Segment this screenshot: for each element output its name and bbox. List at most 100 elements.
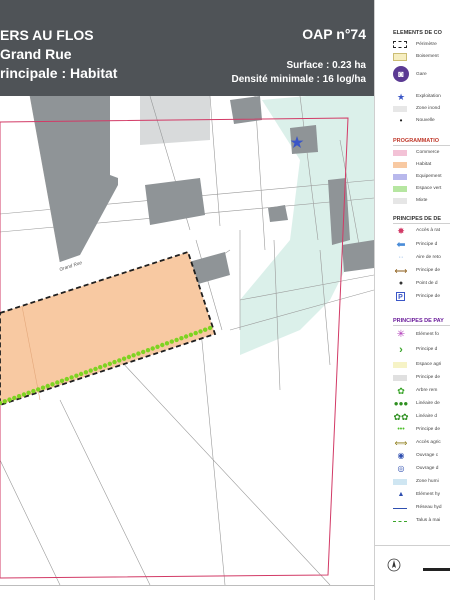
tree-row-icon: ●●●	[393, 399, 409, 408]
green-dot	[50, 382, 55, 387]
legend-item: › Principe d	[393, 344, 450, 356]
legend-item: Espace vert	[393, 184, 450, 194]
legend-item: Boisement	[393, 52, 450, 62]
green-dot	[164, 341, 170, 346]
legend-section-title: ELEMENTS DE CO	[393, 30, 442, 36]
legend: ELEMENTS DE CO Périmètre Boisement ◙ Gar…	[374, 0, 450, 600]
asterisk-icon: ✳	[396, 329, 406, 340]
surface-value: Surface : 0.23 ha	[286, 60, 366, 71]
grey-swatch	[393, 375, 407, 381]
legend-divider	[393, 325, 450, 326]
green-dot	[117, 358, 122, 363]
legend-item: ✳ Elément fo	[393, 330, 450, 340]
train-icon: ◙	[393, 66, 409, 82]
chevron-right-icon: ›	[399, 344, 403, 356]
legend-item: Mixte	[393, 196, 450, 206]
legend-item: Zone inond	[393, 104, 450, 114]
green-dots-icon: •••	[397, 426, 405, 433]
green-dot	[12, 395, 17, 401]
green-dot	[7, 397, 12, 402]
green-dot	[83, 370, 89, 375]
green-dot	[69, 375, 74, 380]
green-dot	[155, 344, 160, 349]
green-dot	[98, 365, 103, 370]
green-dot	[203, 327, 208, 332]
zone-humide-swatch	[393, 479, 407, 485]
legend-item: ✸ Accès à rat	[393, 226, 450, 236]
legend-item: ⬅ Principe d	[393, 239, 450, 251]
green-dot	[45, 383, 50, 389]
espace-vert-swatch	[393, 186, 407, 192]
green-dot	[16, 394, 22, 399]
legend-item: Talus à mai	[393, 516, 450, 526]
green-dot	[88, 368, 93, 373]
circle-icon: ◎	[397, 464, 405, 473]
commerce-swatch	[393, 150, 407, 156]
dashed-line-icon	[393, 521, 407, 522]
title-line-2: Grand Rue	[0, 46, 72, 62]
green-dot	[150, 346, 155, 351]
legend-item: ·· Aire de reto	[393, 253, 450, 263]
green-dot	[188, 332, 194, 337]
densite-value: Densité minimale : 16 log/ha	[231, 74, 366, 85]
point-icon: ●	[398, 280, 404, 287]
green-dot	[59, 378, 65, 383]
green-dot	[145, 348, 151, 353]
legend-item: ✿ Arbre rem	[393, 386, 450, 396]
parking-icon: P	[396, 292, 405, 301]
title-line-1: ERS AU FLOS	[0, 27, 94, 43]
legend-item: Principe de	[393, 373, 450, 383]
legend-item: ★ Exploitation	[393, 92, 450, 102]
legend-item: P Principe de	[393, 292, 450, 302]
double-arrow-icon: ⟺	[394, 438, 408, 448]
legend-item: Equipement	[393, 172, 450, 182]
green-dot	[207, 325, 213, 331]
legend-item: ▲ Elément hy	[393, 490, 450, 500]
legend-section-title: PRINCIPES DE PAY	[393, 318, 444, 324]
legend-item: Périmètre	[393, 40, 450, 50]
footer-line	[0, 585, 374, 586]
legend-divider	[375, 545, 450, 546]
legend-item: Commerce	[393, 148, 450, 158]
compass-icon	[387, 558, 401, 572]
green-dot	[93, 366, 98, 372]
legend-item: Espace agri	[393, 360, 450, 370]
legend-item: ● Point de d	[393, 279, 450, 289]
green-dot	[102, 363, 108, 368]
green-dot	[193, 330, 198, 336]
green-dot	[131, 353, 136, 358]
green-dot	[126, 354, 132, 360]
building	[342, 240, 374, 272]
green-dot	[26, 390, 31, 395]
green-dot	[31, 388, 36, 394]
star-icon: ★	[396, 92, 406, 102]
legend-item: ••• Principe de	[393, 425, 450, 435]
double-tree-icon: ✿✿	[393, 412, 409, 422]
green-dot	[55, 380, 60, 385]
habitat-swatch	[393, 162, 407, 168]
zone-icon	[393, 106, 407, 112]
boisement-icon	[393, 53, 407, 61]
legend-item: ◉ Ouvrage c	[393, 451, 450, 461]
legend-item: Habitat	[393, 160, 450, 170]
green-dot	[183, 334, 189, 339]
arrow-left-icon: ⬅	[396, 239, 406, 251]
green-dot	[64, 376, 70, 382]
green-dot	[174, 337, 179, 343]
green-dot	[160, 342, 165, 348]
legend-item: Zone humi	[393, 477, 450, 487]
equipement-swatch	[393, 174, 407, 180]
espace-agricole-swatch	[393, 362, 407, 368]
legend-section-title: PROGRAMMATIO	[393, 138, 440, 144]
green-dot	[40, 385, 46, 390]
line-icon	[393, 508, 407, 509]
scale-bar	[423, 568, 450, 571]
legend-divider	[393, 145, 450, 146]
double-arrow-icon: ⟷	[394, 266, 408, 276]
legend-item: ●●● Linéaire de	[393, 399, 440, 408]
green-dot	[78, 371, 84, 377]
legend-item: ◎ Ouvrage d	[393, 464, 450, 474]
green-dot	[107, 361, 113, 366]
mixte-swatch	[393, 198, 407, 204]
dotted-line-icon: ··	[398, 254, 404, 261]
